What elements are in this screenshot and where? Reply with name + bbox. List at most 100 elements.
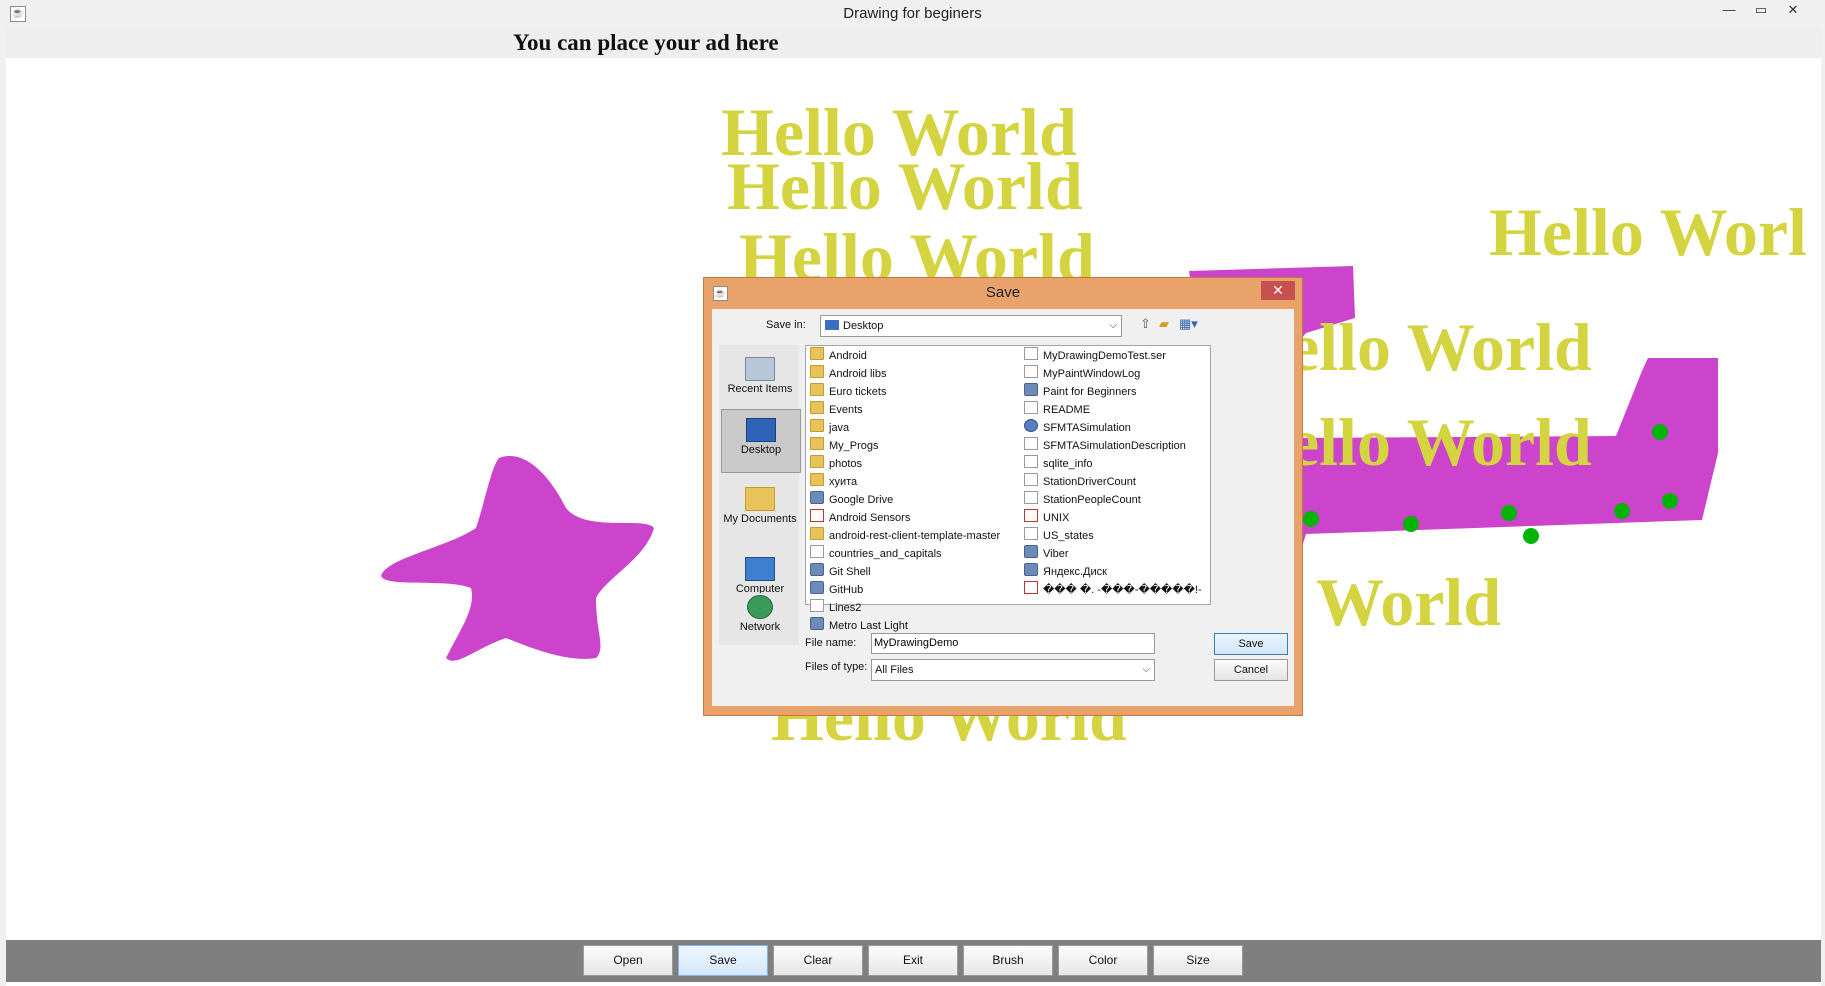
file-list[interactable]: Android Android libs Euro tickets Events jav… [805, 345, 1211, 632]
file-type-dropdown[interactable]: All Files ⌵ [871, 659, 1155, 681]
file-list-item[interactable]: countries_and_capitals [810, 545, 942, 563]
shortcut-icon [810, 617, 824, 630]
recent-items-icon [745, 357, 775, 381]
file-list-item[interactable]: Git Shell [810, 563, 871, 581]
file-icon [1024, 365, 1038, 378]
hello-world-text: ello World [1289, 404, 1592, 480]
save-in-label: Save in: [766, 319, 806, 331]
file-icon [1024, 401, 1038, 414]
file-name: Paint for Beginners [1043, 386, 1137, 398]
file-list-item[interactable]: java [810, 419, 849, 437]
color-button[interactable]: Color [1058, 945, 1148, 976]
maximize-icon[interactable]: ▭ [1747, 2, 1775, 18]
file-name: StationDriverCount [1043, 476, 1136, 488]
file-list-item[interactable]: Euro tickets [810, 383, 886, 401]
hello-world-text-right: Hello Worl [1489, 194, 1807, 270]
file-list-item[interactable]: android-rest-client-template-master [810, 527, 1000, 545]
save-dialog: ☕ Save ✕ Save in: Desktop ⌵ ⇧ ▰ ▦▾ Recen… [703, 277, 1303, 716]
globe-icon [1024, 419, 1038, 432]
folder-icon [810, 437, 824, 450]
file-list-item[interactable]: US_states [1024, 527, 1094, 545]
file-type-value: All Files [875, 664, 914, 676]
dialog-title: Save [985, 284, 1021, 301]
place-desktop[interactable]: Desktop [721, 409, 801, 473]
place-network-label-area[interactable]: Network [721, 593, 799, 639]
file-name: photos [829, 458, 863, 470]
place-my-documents[interactable]: My Documents [721, 479, 799, 541]
file-list-item[interactable]: SFMTASimulation [1024, 419, 1131, 437]
file-icon [1024, 491, 1038, 504]
file-name: MyPaintWindowLog [1043, 368, 1141, 380]
file-list-item[interactable]: Paint for Beginners [1024, 383, 1137, 401]
shortcut-icon [1024, 563, 1038, 576]
file-list-item[interactable]: README [1024, 401, 1090, 419]
bottom-toolbar: Open Save Clear Exit Brush Color Size [6, 940, 1821, 982]
close-icon[interactable]: ✕ [1779, 2, 1807, 18]
computer-icon [745, 557, 775, 581]
exit-button[interactable]: Exit [868, 945, 958, 976]
dialog-cancel-button[interactable]: Cancel [1214, 659, 1288, 681]
file-list-item[interactable]: Android [810, 347, 867, 365]
place-label: My Documents [723, 513, 797, 525]
file-name: Metro Last Light [829, 620, 908, 632]
shortcut-icon [1024, 545, 1038, 558]
file-list-item[interactable]: Lines2 [810, 599, 861, 617]
file-list-item[interactable]: MyPaintWindowLog [1024, 365, 1140, 383]
folder-icon [810, 455, 824, 468]
place-label: Recent Items [727, 383, 793, 395]
new-folder-icon[interactable]: ▰ [1159, 316, 1169, 332]
open-button[interactable]: Open [583, 945, 673, 976]
file-name: Viber [1043, 548, 1069, 560]
network-icon [747, 595, 773, 619]
file-list-item[interactable]: photos [810, 455, 862, 473]
brush-button[interactable]: Brush [963, 945, 1053, 976]
chevron-down-icon: ⌵ [1142, 664, 1150, 675]
folder-icon [810, 401, 824, 414]
file-list-item[interactable]: Events [810, 401, 863, 419]
file-list-item[interactable]: Google Drive [810, 491, 893, 509]
save-button[interactable]: Save [678, 945, 768, 976]
documents-folder-icon [745, 487, 775, 511]
minimize-icon[interactable]: — [1715, 2, 1743, 18]
file-name: Git Shell [829, 566, 871, 578]
view-menu-icon[interactable]: ▦▾ [1179, 316, 1198, 332]
file-list-item[interactable]: Android libs [810, 365, 886, 383]
dialog-save-button[interactable]: Save [1214, 633, 1288, 655]
dialog-close-button[interactable]: ✕ [1261, 281, 1295, 300]
file-list-item[interactable]: MyDrawingDemoTest.ser [1024, 347, 1166, 365]
file-name: sqlite_info [1043, 458, 1093, 470]
file-name: My_Progs [829, 440, 879, 452]
file-list-item[interactable]: sqlite_info [1024, 455, 1093, 473]
dialog-title-bar: ☕ Save ✕ [704, 278, 1302, 308]
clear-button[interactable]: Clear [773, 945, 863, 976]
file-list-item[interactable]: хуита [810, 473, 857, 491]
dialog-body: Save in: Desktop ⌵ ⇧ ▰ ▦▾ Recent Items D… [712, 309, 1294, 706]
file-list-item[interactable]: ��� �. -���-�����!- [1024, 581, 1202, 599]
file-list-item[interactable]: Android Sensors [810, 509, 910, 527]
save-in-dropdown[interactable]: Desktop ⌵ [820, 315, 1122, 337]
file-name: countries_and_capitals [829, 548, 942, 560]
file-name: ��� �. -���-�����!- [1043, 584, 1202, 596]
shortcut-icon [810, 581, 824, 594]
file-list-item[interactable]: StationPeopleCount [1024, 491, 1141, 509]
desktop-icon [825, 320, 839, 330]
file-name: US_states [1043, 530, 1094, 542]
file-name: android-rest-client-template-master [829, 530, 1001, 542]
hello-world-text: Hello World [727, 148, 1083, 224]
file-name: Lines2 [829, 602, 862, 614]
file-list-item[interactable]: SFMTASimulationDescription [1024, 437, 1186, 455]
place-recent-items[interactable]: Recent Items [721, 349, 799, 411]
size-button[interactable]: Size [1153, 945, 1243, 976]
shortcut-icon [810, 563, 824, 576]
window-title: Drawing for beginers [843, 5, 982, 22]
file-name-input[interactable]: MyDrawingDemo [871, 633, 1155, 654]
file-list-item[interactable]: Яндекс.Диск [1024, 563, 1107, 581]
file-list-item[interactable]: My_Progs [810, 437, 879, 455]
file-name: GitHub [829, 584, 864, 596]
up-folder-icon[interactable]: ⇧ [1140, 316, 1151, 332]
file-list-item[interactable]: UNIX [1024, 509, 1069, 527]
file-list-item[interactable]: GitHub [810, 581, 863, 599]
file-name: Google Drive [829, 494, 894, 506]
file-list-item[interactable]: StationDriverCount [1024, 473, 1136, 491]
file-list-item[interactable]: Viber [1024, 545, 1068, 563]
